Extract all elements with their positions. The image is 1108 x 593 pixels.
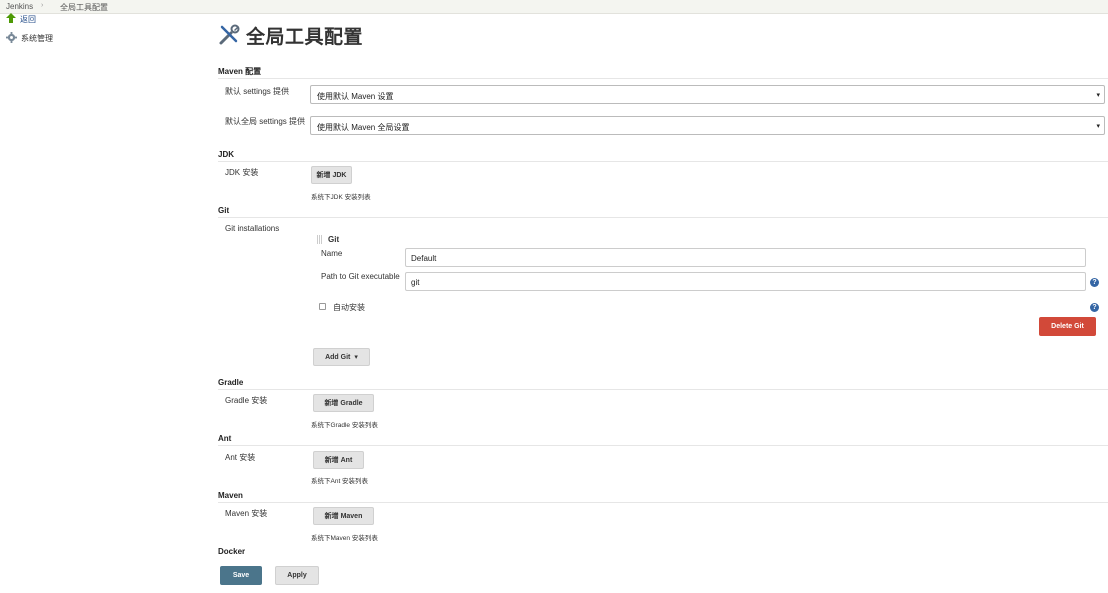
section-maven-config-heading: Maven 配置 — [218, 67, 262, 76]
git-name-label: Name — [321, 249, 343, 258]
sidebar-item-label[interactable]: 系统管理 — [21, 33, 53, 44]
delete-git-button[interactable]: Delete Git — [1039, 317, 1096, 336]
breadcrumb-jenkins-link[interactable]: Jenkins — [6, 2, 33, 11]
up-arrow-icon — [6, 13, 16, 25]
breadcrumb: Jenkins › 全局工具配置 — [0, 0, 1108, 14]
help-icon[interactable]: ? — [1090, 303, 1099, 312]
add-git-button[interactable]: Add Git ▾ — [313, 348, 370, 366]
drag-handle-icon[interactable] — [317, 235, 323, 244]
chevron-down-icon: ▾ — [354, 354, 358, 361]
maven-install-label: Maven 安装 — [225, 509, 268, 518]
gear-icon — [6, 31, 17, 45]
breadcrumb-separator: › — [41, 2, 44, 9]
section-divider — [218, 502, 1108, 503]
git-name-input[interactable]: Default — [405, 248, 1086, 267]
section-docker-heading: Docker — [218, 547, 246, 556]
add-git-label: Add Git — [325, 353, 351, 361]
maven-global-settings-label: 默认全局 settings 提供 — [225, 117, 306, 126]
gradle-note: 系统下Gradle 安装列表 — [311, 422, 378, 429]
section-gradle-heading: Gradle — [218, 378, 244, 387]
save-button[interactable]: Save — [220, 566, 262, 585]
section-divider — [218, 445, 1108, 446]
breadcrumb-current[interactable]: 全局工具配置 — [60, 2, 108, 13]
sidebar-item-manage[interactable]: 系统管理 — [6, 31, 53, 45]
auto-install-checkbox[interactable] — [319, 303, 326, 310]
sidebar-item-label[interactable]: 返回 — [20, 14, 36, 25]
maven-note: 系统下Maven 安装列表 — [311, 535, 378, 542]
git-installations-label: Git installations — [225, 224, 280, 233]
apply-button[interactable]: Apply — [275, 566, 319, 585]
auto-install-label: 自动安装 — [333, 303, 365, 312]
maven-settings-label: 默认 settings 提供 — [225, 87, 290, 96]
section-divider — [218, 217, 1108, 218]
section-git-heading: Git — [218, 206, 230, 215]
page-title: 全局工具配置 — [218, 22, 363, 49]
git-path-input[interactable]: git — [405, 272, 1086, 291]
section-divider — [218, 389, 1108, 390]
maven-global-settings-value: 使用默认 Maven 全局设置 — [317, 123, 410, 132]
section-maven-heading: Maven — [218, 491, 243, 500]
ant-note: 系统下Ant 安装列表 — [311, 478, 369, 485]
chevron-down-icon: ▾ — [1096, 123, 1100, 130]
section-divider — [218, 78, 1108, 79]
maven-global-settings-select[interactable]: 使用默认 Maven 全局设置 ▾ — [310, 116, 1105, 135]
ant-install-label: Ant 安装 — [225, 453, 256, 462]
sidebar-item-back[interactable]: 返回 — [6, 13, 36, 25]
page-title-text: 全局工具配置 — [246, 27, 364, 48]
section-divider — [218, 161, 1108, 162]
jdk-install-label: JDK 安装 — [225, 168, 259, 177]
tools-icon — [218, 23, 242, 49]
maven-settings-value: 使用默认 Maven 设置 — [317, 92, 394, 101]
git-entry-title: Git — [328, 235, 340, 244]
section-ant-heading: Ant — [218, 434, 232, 443]
add-gradle-button[interactable]: 新增 Gradle — [313, 394, 374, 412]
git-path-label: Path to Git executable — [321, 272, 400, 281]
add-jdk-button[interactable]: 新增 JDK — [311, 166, 352, 184]
add-maven-button[interactable]: 新增 Maven — [313, 507, 374, 525]
chevron-down-icon: ▾ — [1096, 92, 1100, 99]
jdk-note: 系统下JDK 安装列表 — [311, 194, 371, 201]
help-icon[interactable]: ? — [1090, 278, 1099, 287]
maven-settings-select[interactable]: 使用默认 Maven 设置 ▾ — [310, 85, 1105, 104]
gradle-install-label: Gradle 安装 — [225, 396, 268, 405]
add-ant-button[interactable]: 新增 Ant — [313, 451, 364, 469]
section-jdk-heading: JDK — [218, 150, 235, 159]
